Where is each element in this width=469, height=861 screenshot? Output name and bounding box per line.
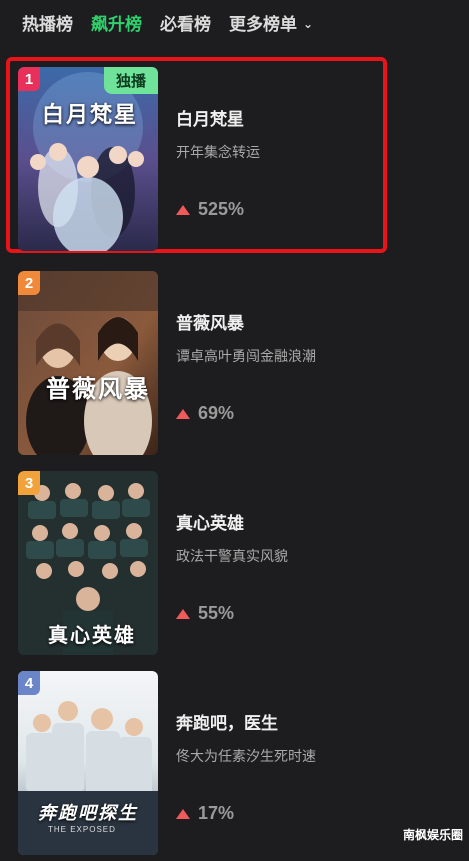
trend: 69% [176,403,234,424]
item-subtitle: 政法干警真实风貌 [176,548,288,564]
item-meta: 奔跑吧，医生 佟大为任素汐生死时速 [176,709,316,766]
poster-image[interactable]: 奔跑吧探生 THE EXPOSED 4 [18,671,158,855]
up-arrow-icon [176,408,190,419]
exclusive-badge: 独播 [103,67,158,94]
rise-percent: 55% [198,603,235,623]
item-meta: 真心英雄 政法干警真实风貌 [176,509,288,566]
rise-percent: 525% [198,199,245,219]
item-meta: 普薇风暴 谭卓高叶勇闯金融浪潮 [176,309,316,366]
poster-subtitle: THE EXPOSED [48,825,116,834]
up-arrow-icon [176,608,190,619]
trend: 17% [176,803,234,824]
tab-hot[interactable]: 热播榜 [22,10,73,35]
item-title: 白月梵星 [176,110,244,129]
up-arrow-icon [176,204,190,215]
poster-title: 真心英雄 [48,623,136,647]
poster-image[interactable]: 白月梵星 1 独播 [18,67,158,251]
list-item[interactable]: 奔跑吧探生 THE EXPOSED 4 奔跑吧，医生 佟大为任素汐生死时速 17… [0,661,469,861]
ranking-tabs: 热播榜 飙升榜 必看榜 更多榜单 ⌄ [0,0,469,44]
item-title: 奔跑吧，医生 [176,714,278,733]
ranking-list: 白月梵星 1 独播 白月梵星 开年集念转运 525% 普薇风暴 2 普薇风暴 谭… [0,57,469,861]
rank-badge: 1 [18,67,40,91]
item-title: 普薇风暴 [176,314,244,333]
item-subtitle: 谭卓高叶勇闯金融浪潮 [176,348,316,364]
tab-rising[interactable]: 飙升榜 [91,10,142,35]
tab-more-label: 更多榜单 [229,14,297,34]
trend: 525% [176,199,244,220]
list-item[interactable]: 白月梵星 1 独播 白月梵星 开年集念转运 525% [6,57,387,253]
rank-badge: 2 [18,271,40,295]
tab-must-watch[interactable]: 必看榜 [160,10,211,35]
poster-title: 白月梵星 [42,102,139,128]
watermark: 南枫娱乐圈 [402,828,463,842]
item-meta: 白月梵星 开年集念转运 [176,105,260,162]
list-item[interactable]: 普薇风暴 2 普薇风暴 谭卓高叶勇闯金融浪潮 69% [0,261,469,461]
rank-badge: 3 [18,471,40,495]
item-subtitle: 佟大为任素汐生死时速 [176,748,316,764]
poster-title: 普薇风暴 [46,374,150,403]
poster-art [18,271,158,455]
rise-percent: 17% [198,803,235,823]
rise-percent: 69% [198,403,235,423]
rank-badge: 4 [18,671,40,695]
chevron-down-icon: ⌄ [303,16,314,31]
poster-title: 奔跑吧探生 [38,803,138,824]
poster-image[interactable]: 普薇风暴 2 [18,271,158,455]
up-arrow-icon [176,808,190,819]
item-subtitle: 开年集念转运 [176,144,260,160]
poster-image[interactable]: 真心英雄 3 [18,471,158,655]
item-title: 真心英雄 [176,514,244,533]
list-item[interactable]: 真心英雄 3 真心英雄 政法干警真实风貌 55% [0,461,469,661]
poster-art [18,67,158,251]
trend: 55% [176,603,234,624]
tab-more[interactable]: 更多榜单 ⌄ [229,10,313,35]
